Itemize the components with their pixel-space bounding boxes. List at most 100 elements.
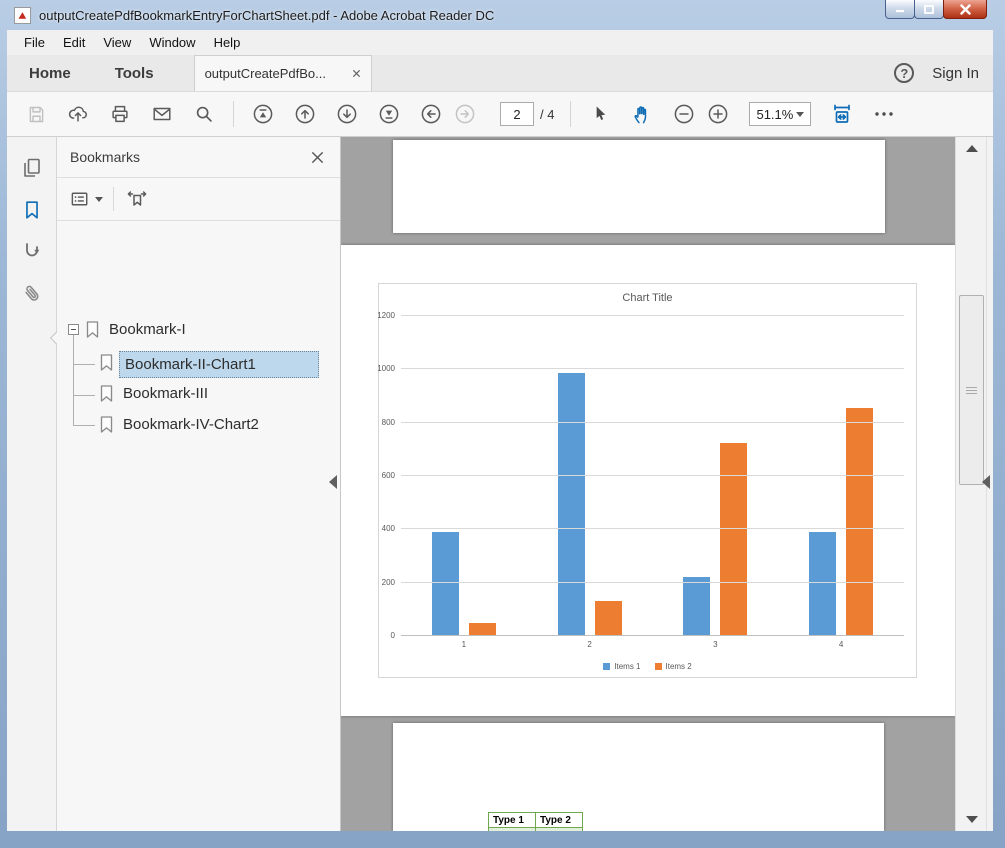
save-icon[interactable] bbox=[21, 99, 51, 129]
chart-title: Chart Title bbox=[379, 292, 916, 304]
bookmarks-tree: Bookmark-I Bookmark-II-Chart1 Bookma bbox=[57, 221, 340, 831]
collapse-minus-icon[interactable] bbox=[68, 324, 79, 335]
chart-y-tick-label: 0 bbox=[391, 631, 395, 640]
bookmark-icon bbox=[99, 384, 114, 403]
tab-home[interactable]: Home bbox=[7, 55, 93, 91]
scrollbar-thumb[interactable] bbox=[959, 295, 984, 485]
chart-x-tick-label: 2 bbox=[527, 640, 653, 652]
menu-window[interactable]: Window bbox=[140, 31, 204, 54]
search-icon[interactable] bbox=[189, 99, 219, 129]
page-thumbnails-icon[interactable] bbox=[19, 155, 45, 181]
page-number-input[interactable] bbox=[500, 102, 534, 126]
chart: Chart Title 020040060080010001200 1234 I… bbox=[378, 283, 917, 678]
bookmark-options-icon[interactable] bbox=[69, 188, 103, 211]
expand-current-bookmark-icon[interactable] bbox=[124, 186, 150, 212]
pdf-page-2: Chart Title 020040060080010001200 1234 I… bbox=[341, 245, 955, 716]
hand-tool-icon[interactable] bbox=[627, 99, 657, 129]
maximize-button[interactable] bbox=[914, 0, 944, 19]
menu-edit[interactable]: Edit bbox=[54, 31, 94, 54]
close-panel-icon[interactable] bbox=[308, 148, 326, 166]
menu-file[interactable]: File bbox=[15, 31, 54, 54]
vertical-scrollbar[interactable] bbox=[955, 137, 993, 831]
zoom-out-icon[interactable] bbox=[669, 99, 699, 129]
zoom-level-value: 51.1% bbox=[756, 107, 793, 122]
pdf-page-3: Type 1 Type 2 390 985 bbox=[393, 723, 884, 831]
select-tool-icon[interactable] bbox=[585, 99, 615, 129]
tab-bar: Home Tools outputCreatePdfBo... ? Sign I… bbox=[7, 55, 993, 92]
attachments-icon[interactable] bbox=[19, 281, 45, 307]
toolbar: / 4 51.1% bbox=[7, 92, 993, 137]
data-table: Type 1 Type 2 390 985 bbox=[488, 812, 583, 831]
chart-bar-group bbox=[527, 316, 653, 636]
zoom-in-icon[interactable] bbox=[703, 99, 733, 129]
chart-bar bbox=[720, 443, 747, 636]
share-cloud-icon[interactable] bbox=[63, 99, 93, 129]
document-area[interactable]: Chart Title 020040060080010001200 1234 I… bbox=[341, 137, 993, 831]
bookmark-icon bbox=[85, 320, 100, 339]
chart-legend-item: Items 1 bbox=[603, 662, 640, 671]
pdf-file-icon bbox=[14, 7, 31, 24]
menu-help[interactable]: Help bbox=[205, 31, 250, 54]
menu-view[interactable]: View bbox=[94, 31, 140, 54]
chart-y-tick-label: 1000 bbox=[377, 364, 395, 373]
bookmark-icon bbox=[99, 415, 114, 434]
chevron-down-icon bbox=[95, 197, 103, 202]
chart-bar bbox=[469, 623, 496, 636]
bookmark-item[interactable]: Bookmark-III bbox=[99, 384, 208, 403]
chart-gridline bbox=[401, 422, 904, 423]
more-tools-icon[interactable] bbox=[869, 99, 899, 129]
bookmark-label: Bookmark-I bbox=[109, 321, 186, 338]
print-icon[interactable] bbox=[105, 99, 135, 129]
previous-view-icon[interactable] bbox=[416, 99, 446, 129]
fit-width-icon[interactable] bbox=[827, 99, 857, 129]
bookmark-label: Bookmark-IV-Chart2 bbox=[123, 416, 259, 433]
title-bar[interactable]: outputCreatePdfBookmarkEntryForChartShee… bbox=[0, 0, 1005, 30]
tab-document[interactable]: outputCreatePdfBo... bbox=[194, 55, 372, 91]
bookmark-item-selected-highlight[interactable]: Bookmark-II-Chart1 bbox=[119, 351, 319, 378]
document-tab-close-icon[interactable] bbox=[352, 66, 361, 81]
chart-bar bbox=[846, 408, 873, 636]
bookmark-icon bbox=[99, 353, 114, 372]
bookmarks-panel-icon[interactable] bbox=[19, 197, 45, 223]
minimize-button[interactable] bbox=[885, 0, 915, 19]
bookmark-item-root[interactable]: Bookmark-I bbox=[68, 320, 186, 339]
previous-page-icon[interactable] bbox=[290, 99, 320, 129]
scroll-down-icon[interactable] bbox=[966, 816, 978, 823]
chart-bars bbox=[401, 316, 904, 636]
email-icon[interactable] bbox=[147, 99, 177, 129]
page-total-label: / 4 bbox=[540, 107, 554, 122]
next-view-icon[interactable] bbox=[450, 99, 480, 129]
expand-tools-pane-arrow-icon[interactable] bbox=[982, 475, 990, 489]
chart-y-tick-label: 800 bbox=[382, 418, 395, 427]
table-header-cell: Type 1 bbox=[489, 813, 536, 828]
table-cell: 390 bbox=[489, 828, 536, 832]
chart-plot bbox=[401, 316, 904, 636]
chart-gridline bbox=[401, 582, 904, 583]
tab-tools[interactable]: Tools bbox=[93, 55, 176, 91]
scroll-up-icon[interactable] bbox=[966, 145, 978, 152]
bookmarks-panel-title: Bookmarks bbox=[70, 149, 140, 165]
help-icon[interactable]: ? bbox=[894, 63, 914, 83]
chart-x-axis: 1234 bbox=[401, 640, 904, 652]
bookmark-item[interactable]: Bookmark-IV-Chart2 bbox=[99, 415, 259, 434]
first-page-icon[interactable] bbox=[248, 99, 278, 129]
next-page-icon[interactable] bbox=[332, 99, 362, 129]
close-button[interactable] bbox=[943, 0, 987, 19]
last-page-icon[interactable] bbox=[374, 99, 404, 129]
chart-x-tick-label: 4 bbox=[778, 640, 904, 652]
collapse-panel-arrow-icon[interactable] bbox=[329, 475, 337, 489]
chevron-down-icon bbox=[796, 112, 804, 117]
zoom-level-select[interactable]: 51.1% bbox=[749, 102, 811, 126]
chart-legend-item: Items 2 bbox=[655, 662, 692, 671]
bookmark-label: Bookmark-III bbox=[123, 385, 208, 402]
chart-bar-group bbox=[778, 316, 904, 636]
chart-bar bbox=[683, 577, 710, 636]
chart-bar bbox=[432, 532, 459, 636]
chart-y-tick-label: 1200 bbox=[377, 311, 395, 320]
table-header-cell: Type 2 bbox=[536, 813, 583, 828]
legend-label: Items 2 bbox=[666, 662, 692, 671]
sign-in-button[interactable]: Sign In bbox=[932, 65, 979, 82]
acrobat-window: outputCreatePdfBookmarkEntryForChartShee… bbox=[0, 0, 1005, 848]
destinations-icon[interactable] bbox=[19, 239, 45, 265]
chart-gridline bbox=[401, 315, 904, 316]
